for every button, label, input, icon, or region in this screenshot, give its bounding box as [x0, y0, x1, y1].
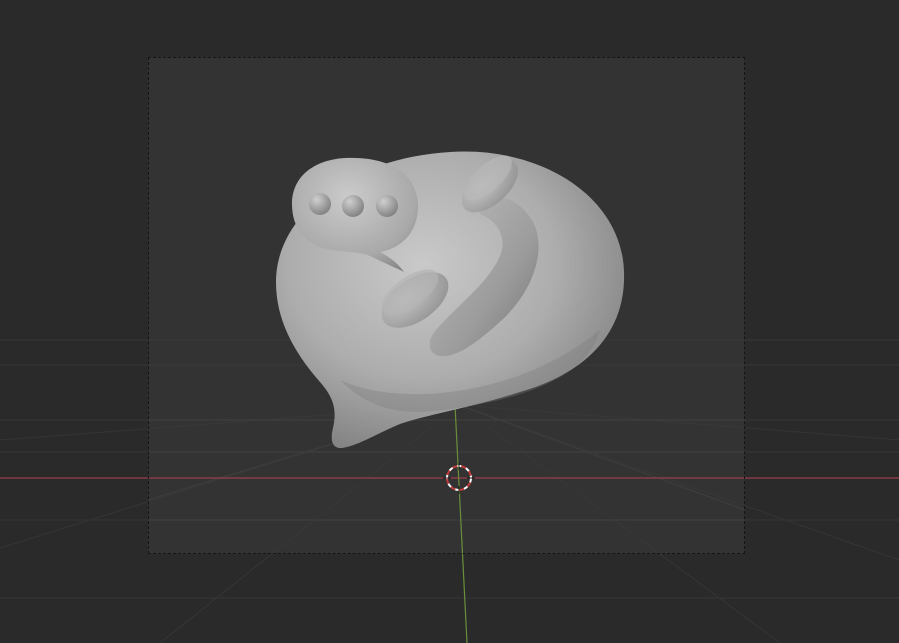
- viewport-scene[interactable]: [0, 0, 899, 643]
- typing-dot-2: [342, 195, 364, 217]
- typing-dot-1: [309, 193, 331, 215]
- 3d-viewport[interactable]: [0, 0, 899, 643]
- typing-dot-3: [376, 195, 398, 217]
